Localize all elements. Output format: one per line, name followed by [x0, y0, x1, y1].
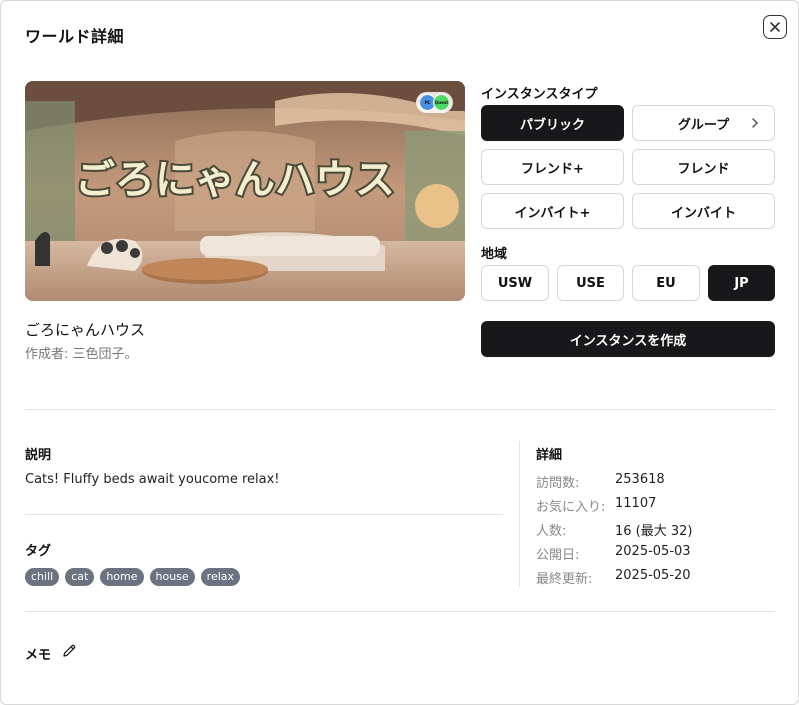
world-author: 作成者: 三色団子。 [25, 347, 138, 362]
close-button[interactable] [763, 15, 787, 39]
instance-type-group-label: グループ [677, 117, 730, 133]
world-thumbnail: ごろにゃんハウス PC Quest [25, 81, 465, 301]
region-use-button[interactable]: USE [557, 265, 624, 301]
memo-label: メモ [25, 648, 52, 663]
divider [25, 611, 775, 612]
instance-type-friends-button[interactable]: フレンド [632, 149, 775, 185]
tag-chip: home [100, 568, 144, 586]
platform-badge: PC Quest [416, 92, 453, 113]
detail-value: 253618 [615, 472, 665, 487]
instance-type-friends-plus-button[interactable]: フレンド+ [481, 149, 624, 185]
detail-key: 人数: [536, 524, 567, 539]
dialog-title: ワールド詳細 [25, 27, 125, 46]
tags-heading: タグ [25, 544, 52, 559]
tag-chip: house [149, 568, 195, 586]
pencil-icon[interactable] [61, 643, 77, 659]
chevron-right-icon [752, 118, 759, 128]
detail-key: 訪問数: [536, 476, 580, 491]
details-heading: 詳細 [536, 448, 563, 463]
tag-list: chill cat home house relax [25, 568, 241, 586]
instance-type-invite-button[interactable]: インバイト [632, 193, 775, 229]
detail-value: 16 (最大 32) [615, 524, 693, 539]
detail-value: 11107 [615, 496, 657, 511]
detail-key: 最終更新: [536, 572, 593, 587]
world-name: ごろにゃんハウス [25, 321, 146, 339]
thumbnail-title-text: ごろにゃんハウス [75, 157, 395, 203]
instance-type-label: インスタンスタイプ [481, 87, 598, 102]
detail-row-visits: 訪問数: 253618 [536, 472, 693, 496]
description-text: Cats! Fluffy beds await youcome relax! [25, 472, 280, 487]
instance-type-group-button[interactable]: グループ [632, 105, 775, 141]
instance-type-public-button[interactable]: パブリック [481, 105, 624, 141]
details-list: 訪問数: 253618 お気に入り: 11107 人数: 16 (最大 32) 公開日… [536, 472, 693, 592]
description-heading: 説明 [25, 448, 52, 463]
detail-key: お気に入り: [536, 500, 606, 515]
close-icon [770, 22, 780, 32]
tag-chip: chill [25, 568, 60, 586]
detail-row-capacity: 人数: 16 (最大 32) [536, 520, 693, 544]
column-divider [519, 441, 520, 587]
detail-value: 2025-05-03 [615, 544, 691, 559]
tag-chip: cat [65, 568, 95, 586]
world-detail-dialog: ワールド詳細 ごろにゃんハウス PC Quest ごろにゃんハウス 作成者: 三… [0, 0, 799, 705]
detail-row-published: 公開日: 2025-05-03 [536, 544, 693, 568]
region-label: 地域 [481, 247, 508, 262]
region-eu-button[interactable]: EU [632, 265, 700, 301]
divider [25, 409, 775, 410]
create-instance-button[interactable]: インスタンスを作成 [481, 321, 775, 357]
region-usw-button[interactable]: USW [481, 265, 549, 301]
detail-key: 公開日: [536, 548, 580, 563]
tag-chip: relax [200, 568, 241, 586]
detail-row-updated: 最終更新: 2025-05-20 [536, 568, 693, 592]
region-jp-button[interactable]: JP [708, 265, 775, 301]
detail-row-favorites: お気に入り: 11107 [536, 496, 693, 520]
quest-platform-icon: Quest [433, 94, 450, 111]
instance-type-invite-plus-button[interactable]: インバイト+ [481, 193, 624, 229]
detail-value: 2025-05-20 [615, 568, 691, 583]
divider [25, 514, 503, 515]
